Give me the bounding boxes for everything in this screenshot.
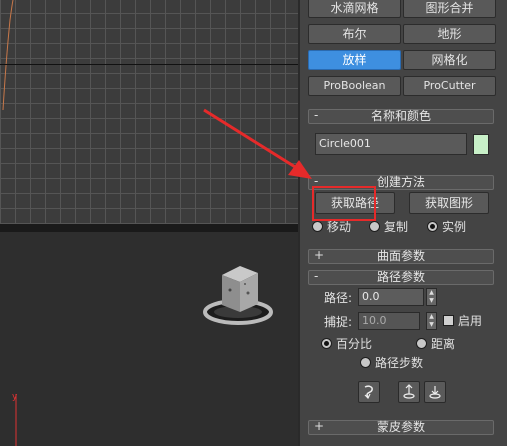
snap-spinner[interactable]: ▲ ▼ — [426, 312, 437, 330]
rollout-title: 蒙皮参数 — [376, 420, 425, 434]
pick-shape-button[interactable] — [358, 381, 380, 403]
enable-checkbox[interactable]: 启用 — [443, 313, 482, 329]
previous-shape-button[interactable] — [398, 381, 420, 403]
rollout-title: 创建方法 — [376, 175, 425, 189]
loft-button[interactable]: 放样 — [308, 50, 401, 70]
radio-move[interactable]: 移动 — [312, 219, 351, 235]
path-label: 路径: — [324, 291, 353, 305]
radio-indicator — [360, 357, 371, 368]
y-axis-label: y — [12, 392, 18, 402]
radio-path-steps[interactable]: 路径步数 — [360, 355, 423, 371]
loft-object-preview — [203, 266, 273, 325]
command-panel: 水滴网格 图形合并 布尔 地形 放样 网格化 ProBoolean ProCut… — [298, 0, 507, 446]
pick-shape-icon — [364, 385, 373, 400]
radio-copy[interactable]: 复制 — [369, 219, 408, 235]
get-path-button[interactable]: 获取路径 — [315, 192, 395, 214]
radio-instance[interactable]: 实例 — [427, 219, 466, 235]
blobmesh-button[interactable]: 水滴网格 — [308, 0, 401, 18]
checkbox-indicator — [443, 315, 454, 326]
object-color-swatch[interactable] — [473, 134, 489, 155]
radio-indicator — [427, 221, 438, 232]
collapse-toggle: - — [314, 108, 319, 122]
perspective-viewport[interactable]: y — [0, 232, 298, 446]
viewport-divider[interactable] — [0, 224, 298, 232]
radio-indicator — [369, 221, 380, 232]
snap-input[interactable]: 10.0 — [358, 312, 420, 330]
rollout-surface-params[interactable]: + 曲面参数 — [308, 249, 494, 264]
radio-percentage[interactable]: 百分比 — [321, 336, 372, 352]
rollout-creation-method[interactable]: - 创建方法 — [308, 175, 494, 190]
procutter-button[interactable]: ProCutter — [403, 76, 496, 96]
rollout-title: 曲面参数 — [376, 249, 425, 263]
mesher-button[interactable]: 网格化 — [403, 50, 496, 70]
radio-indicator — [416, 338, 427, 349]
radio-distance[interactable]: 距离 — [416, 336, 455, 352]
top-viewport[interactable] — [0, 0, 298, 224]
shape-merge-button[interactable]: 图形合并 — [403, 0, 496, 18]
expand-toggle: + — [314, 419, 325, 433]
boolean-button[interactable]: 布尔 — [308, 24, 401, 44]
viewport-axis-line — [0, 64, 298, 65]
expand-toggle: + — [314, 248, 325, 262]
terrain-button[interactable]: 地形 — [403, 24, 496, 44]
collapse-toggle: - — [314, 269, 319, 283]
rollout-skin-params[interactable]: + 蒙皮参数 — [308, 420, 494, 435]
rollout-path-params[interactable]: - 路径参数 — [308, 270, 494, 285]
path-input[interactable]: 0.0 — [358, 288, 424, 306]
previous-shape-icon — [403, 384, 415, 399]
object-name-field[interactable]: Circle001 — [315, 133, 467, 155]
path-spinner[interactable]: ▲ ▼ — [426, 288, 437, 306]
rollout-name-color[interactable]: - 名称和颜色 — [308, 109, 494, 124]
spline-curve — [2, 0, 14, 111]
rollout-title: 路径参数 — [376, 270, 425, 284]
rollout-title: 名称和颜色 — [370, 109, 431, 123]
get-shape-button[interactable]: 获取图形 — [409, 192, 489, 214]
next-shape-icon — [429, 386, 441, 399]
proboolean-button[interactable]: ProBoolean — [308, 76, 401, 96]
collapse-toggle: - — [314, 174, 319, 188]
radio-indicator — [312, 221, 323, 232]
snap-label: 捕捉: — [324, 315, 353, 329]
radio-indicator — [321, 338, 332, 349]
next-shape-button[interactable] — [424, 381, 446, 403]
